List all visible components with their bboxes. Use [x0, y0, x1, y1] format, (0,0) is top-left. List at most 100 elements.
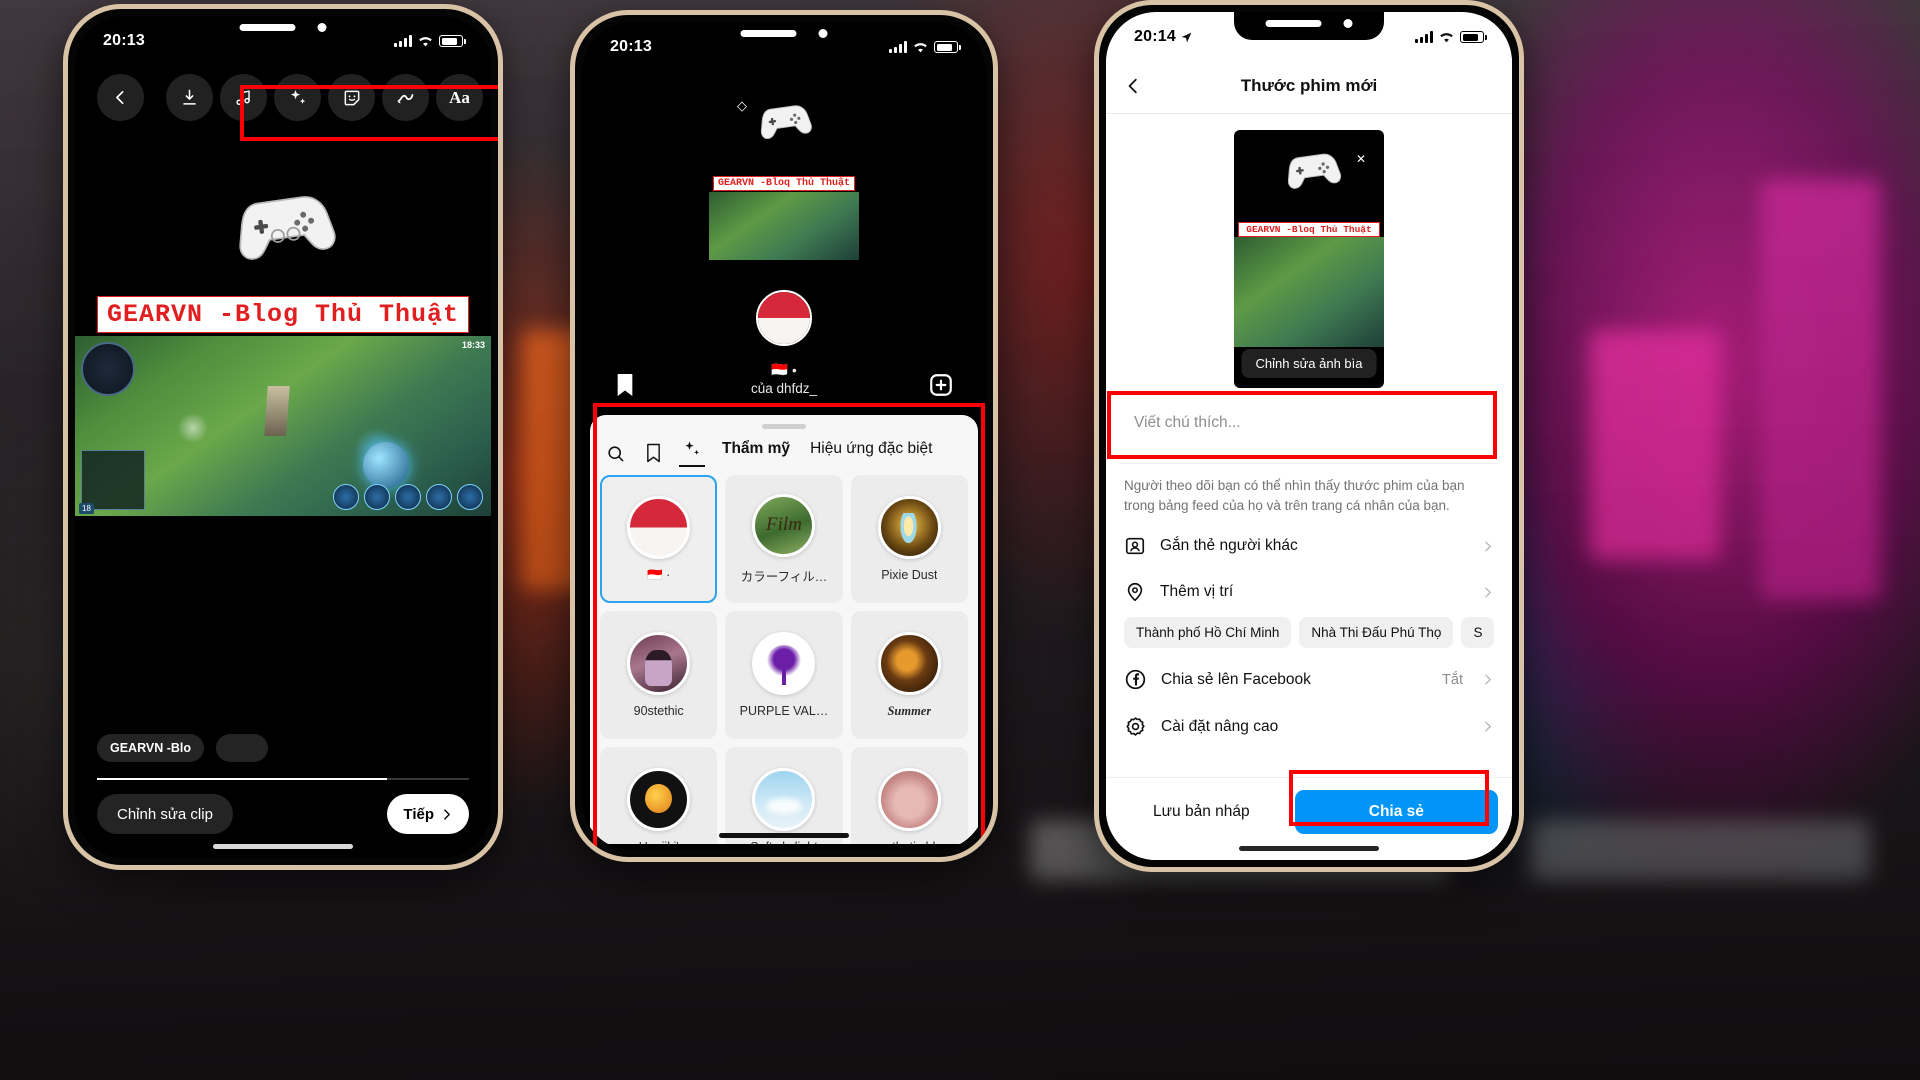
game-level-label: 18 [79, 503, 94, 514]
status-time: 20:13 [610, 38, 652, 55]
facebook-toggle-value: Tắt [1442, 671, 1463, 688]
phone-3-new-reel-share: 20:14 Thước phim mới ✕ GEARVN -Bloq Thủ … [1094, 0, 1524, 872]
row-label: Thêm vị trí [1160, 583, 1234, 601]
next-button[interactable]: Tiếp [387, 794, 469, 834]
status-indicators [889, 41, 961, 54]
nav-bar: Thước phim mới [1106, 58, 1512, 114]
location-chip[interactable]: Thành phố Hồ Chí Minh [1124, 617, 1292, 649]
audio-author-label: của dhfdz_ [750, 381, 818, 396]
row-label: Chia sẻ lên Facebook [1161, 670, 1311, 688]
download-icon[interactable] [166, 74, 213, 121]
gameplay-video-frame [709, 192, 859, 260]
effects-sparkles-icon[interactable] [679, 439, 705, 467]
filter-cell[interactable]: Soft skylight [725, 747, 843, 844]
status-indicators [1415, 31, 1487, 44]
audio-flag-row: 🇮🇩 • [771, 362, 797, 378]
overlay-text[interactable]: GEARVN -Blog Thủ Thuật [97, 296, 469, 333]
row-label: Cài đặt nâng cao [1161, 717, 1279, 735]
chevron-right-icon [1485, 674, 1491, 685]
signal-icon [1415, 31, 1433, 43]
filter-cell[interactable]: PURPLE VAL… [725, 611, 843, 739]
notch-sensors [239, 23, 327, 32]
filter-cell[interactable]: Pixie Dust [850, 475, 968, 603]
location-pin-icon [1127, 583, 1143, 602]
phone-1-reels-editor: 20:13 Aa GEARVN -Blog Thủ Thuật 18 18:33… [63, 4, 503, 870]
filter-grid: 🇮🇩 · カラーフィル… Pixie Dust 90stethic PURPLE… [590, 467, 978, 844]
sheet-tabs: Thẩm mỹ Hiệu ứng đặc biệt [590, 429, 978, 467]
home-indicator [719, 833, 849, 838]
filter-label: Upojiki' [639, 840, 679, 844]
back-button[interactable] [97, 74, 144, 121]
tag-pill-blank[interactable] [216, 734, 269, 762]
tag-pill-title[interactable]: GEARVN -Blo [97, 734, 205, 762]
row-share-facebook[interactable]: Chia sẻ lên Facebook Tắt [1106, 656, 1512, 703]
clip-tags: GEARVN -Blo [97, 734, 269, 762]
location-chip[interactable]: Nhà Thi Đấu Phú Thọ [1299, 617, 1454, 649]
phone-2-screen: 20:13 ◇ GEARVN -Bloq Thủ Thuật 🇮🇩 • của … [582, 22, 986, 850]
chevron-left-icon [116, 90, 124, 105]
filter-cell[interactable]: 90stethic [600, 611, 718, 739]
filter-thumb [627, 768, 691, 831]
audio-thumbnail[interactable] [756, 290, 812, 346]
editor-bottom-bar: GEARVN -Blo Chỉnh sửa clip Tiếp [75, 682, 491, 858]
indonesia-flag-icon [758, 292, 810, 344]
filter-label: PURPLE VAL… [739, 704, 829, 718]
sparkles-icon[interactable] [274, 74, 321, 121]
tab-tham-my[interactable]: Thẩm mỹ [722, 440, 790, 466]
back-button[interactable] [1124, 76, 1143, 95]
row-advanced-settings[interactable]: Cài đặt nâng cao [1106, 703, 1512, 750]
saved-icon[interactable] [645, 443, 662, 463]
filter-cell[interactable]: カラーフィル… [725, 475, 843, 603]
search-icon[interactable] [606, 444, 625, 463]
battery-icon [439, 35, 466, 47]
gameplay-video-frame[interactable]: 18 18:33 [75, 336, 491, 516]
tool-buttons: Aa [166, 74, 483, 121]
cover-preview[interactable]: ✕ GEARVN -Bloq Thủ Thuật Chỉnh sửa ảnh b… [1234, 130, 1384, 388]
edit-cover-button[interactable]: Chỉnh sửa ảnh bìa [1241, 349, 1377, 378]
sticker-icon[interactable] [328, 74, 375, 121]
filter-thumb [877, 631, 941, 695]
music-note-icon[interactable] [220, 74, 267, 121]
gamepad-sticker[interactable] [226, 179, 340, 265]
filter-label: カラーフィル… [740, 569, 828, 584]
chevron-right-icon [444, 808, 450, 820]
filter-cell[interactable]: Summer [850, 611, 968, 739]
filter-label: Summer [887, 703, 932, 718]
game-tower [264, 386, 291, 437]
save-draft-button[interactable]: Lưu bản nháp [1120, 790, 1283, 834]
filter-cell[interactable]: Upojiki' [600, 747, 718, 844]
game-orb [363, 442, 409, 488]
filter-thumb [877, 496, 941, 559]
filter-cell[interactable]: aesthetic blur [850, 747, 968, 844]
filter-thumb [627, 495, 691, 559]
timeline-scrubber[interactable] [97, 778, 469, 780]
row-label: Gắn thẻ người khác [1160, 537, 1298, 555]
hud-portrait [81, 342, 135, 396]
chevron-left-icon [1128, 78, 1137, 93]
row-add-location[interactable]: Thêm vị trí [1106, 569, 1512, 615]
draw-icon[interactable] [382, 74, 429, 121]
chevron-right-icon [1485, 721, 1491, 732]
text-aa-icon[interactable]: Aa [436, 74, 483, 121]
filter-thumb [877, 768, 941, 831]
location-arrow-icon [1181, 32, 1192, 42]
settings-gear-icon [1126, 717, 1145, 736]
location-chip[interactable]: S [1461, 617, 1495, 649]
tag-person-icon [1125, 537, 1145, 555]
filter-sheet: Thẩm mỹ Hiệu ứng đặc biệt 🇮🇩 · カラーフィル… P… [590, 415, 978, 844]
gameplay-video-frame [1234, 237, 1384, 347]
wifi-icon [1440, 32, 1453, 42]
signal-icon [394, 35, 412, 47]
notch-sensors [1265, 19, 1353, 28]
chevron-right-icon [1485, 541, 1491, 552]
phone-1-screen: 20:13 Aa GEARVN -Blog Thủ Thuật 18 18:33… [75, 16, 491, 858]
share-button[interactable]: Chia sẻ [1294, 790, 1498, 834]
row-tag-people[interactable]: Gắn thẻ người khác [1106, 523, 1512, 569]
tab-hieu-ung-dac-biet[interactable]: Hiệu ứng đặc biệt [810, 440, 932, 466]
wifi-icon [419, 36, 432, 46]
filter-cell[interactable]: 🇮🇩 · [600, 475, 718, 603]
caption-input[interactable]: Viết chú thích... [1120, 402, 1498, 464]
home-indicator [213, 844, 353, 849]
reel-preview[interactable]: ◇ GEARVN -Bloq Thủ Thuật [709, 80, 859, 270]
edit-clip-button[interactable]: Chỉnh sửa clip [97, 794, 233, 834]
